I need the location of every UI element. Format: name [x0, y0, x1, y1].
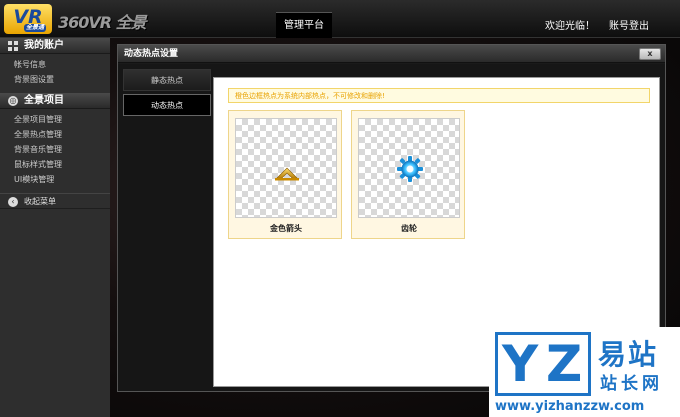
sidebar-project-list: 全景项目管理 全景热点管理 背景音乐管理 鼠标样式管理 UI模块管理	[0, 109, 110, 193]
logo-badge-sub: 全景通	[24, 24, 47, 32]
sidebar-item-ui-management[interactable]: UI模块管理	[0, 172, 110, 187]
sidebar-section-project[interactable]: ◎ 全景项目	[0, 93, 110, 109]
sidebar-section-title: 我的账户	[24, 40, 64, 51]
sidebar-item-cursor-management[interactable]: 鼠标样式管理	[0, 157, 110, 172]
system-hotspot-notice: 橙色边框热点为系统内部热点，不可修改和删除!	[228, 88, 650, 103]
sidebar-section-account[interactable]: 我的账户	[0, 38, 110, 54]
logo-badge: VR 全景通	[4, 4, 52, 34]
watermark-subtitle: 站长网	[600, 374, 663, 394]
gear-icon	[397, 156, 423, 182]
hotspot-thumbnail	[235, 118, 337, 218]
hotspot-card-gear[interactable]: 齿轮	[351, 110, 465, 239]
close-button[interactable]: x	[639, 48, 661, 60]
nav-management-platform[interactable]: 管理平台	[276, 12, 332, 38]
collapse-menu-button[interactable]: ‹ 收起菜单	[0, 193, 110, 209]
dialog-titlebar: 动态热点设置 x	[118, 45, 665, 63]
close-icon: x	[647, 49, 653, 58]
sidebar-item-background-settings[interactable]: 背景图设置	[0, 72, 110, 87]
sidebar-section-title: 全景项目	[24, 95, 64, 106]
gold-arrow-icon	[275, 167, 299, 181]
watermark-letter-y: Y	[502, 335, 539, 393]
sidebar-item-music-management[interactable]: 背景音乐管理	[0, 142, 110, 157]
chevron-left-icon: ‹	[8, 197, 18, 207]
sidebar-item-hotspot-management[interactable]: 全景热点管理	[0, 127, 110, 142]
watermark-title: 易站	[598, 338, 659, 371]
grid-icon	[8, 41, 18, 51]
sidebar: 我的账户 帐号信息 背景图设置 ◎ 全景项目 全景项目管理 全景热点管理 背景音…	[0, 38, 110, 417]
tab-static-hotspot[interactable]: 静态热点	[123, 69, 211, 91]
hotspot-card-label: 齿轮	[401, 224, 417, 233]
watermark-logo: Y Z 易站 站长网 www.yizhanzzw.com	[489, 327, 680, 417]
welcome-text: 欢迎光临！	[545, 21, 595, 32]
collapse-menu-label: 收起菜单	[24, 197, 56, 206]
sidebar-account-list: 帐号信息 背景图设置	[0, 54, 110, 93]
logout-link[interactable]: 账号登出	[609, 17, 649, 32]
logo[interactable]: VR 全景通 360VR 全景通	[4, 4, 154, 56]
hotspot-card-label: 金色箭头	[270, 224, 302, 233]
top-bar: VR 全景通 360VR 全景通 管理平台 欢迎光临！ 账号登出	[0, 0, 680, 56]
watermark-yz-box: Y Z	[495, 332, 591, 396]
hotspot-tabs: 静态热点 动态热点	[123, 69, 211, 119]
hotspot-card-gold-arrow[interactable]: 金色箭头	[228, 110, 342, 239]
watermark-letter-z: Z	[546, 335, 583, 393]
tab-dynamic-hotspot[interactable]: 动态热点	[123, 94, 211, 116]
sidebar-item-account-info[interactable]: 帐号信息	[0, 57, 110, 72]
dialog-title: 动态热点设置	[124, 49, 179, 59]
project-circle-icon: ◎	[8, 96, 18, 106]
watermark-url: www.yizhanzzw.com	[495, 399, 645, 414]
hotspot-thumbnail	[358, 118, 460, 218]
sidebar-item-project-management[interactable]: 全景项目管理	[0, 112, 110, 127]
